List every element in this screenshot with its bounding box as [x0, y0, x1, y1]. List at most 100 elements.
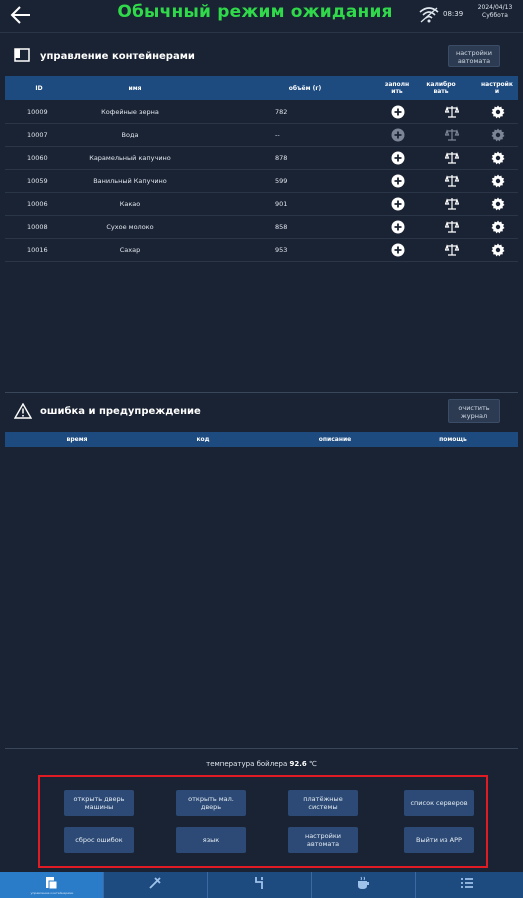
bottom-nav: управление контейнерами	[0, 872, 523, 898]
scale-icon[interactable]	[445, 220, 459, 234]
row-name: Кофейные зерна	[101, 108, 159, 116]
row-volume: 782	[275, 108, 288, 116]
errors-section-header: ошибка и предупреждение очистить журнал	[0, 396, 523, 428]
row-name: Ванильный Капучино	[93, 177, 167, 185]
open-machine-door-button[interactable]: открыть дверь машины	[64, 790, 134, 816]
col-name: имя	[128, 85, 142, 92]
add-circle-icon[interactable]	[391, 151, 405, 165]
table-row: 10060 Карамельный капучино 878	[5, 147, 518, 170]
errors-title: ошибка и предупреждение	[40, 406, 201, 417]
container-icon	[14, 48, 30, 62]
tools-icon	[149, 877, 161, 889]
row-volume: 901	[275, 200, 288, 208]
payment-systems-button[interactable]: платёжные системы	[288, 790, 358, 816]
row-id: 10008	[27, 223, 48, 231]
date-display: 2024/04/13 Суббота	[470, 4, 520, 20]
action-panel: открыть дверь машины открыть мал. дверь …	[38, 775, 488, 868]
add-circle-icon[interactable]	[391, 243, 405, 257]
nav-list[interactable]	[416, 872, 520, 898]
clock: 08:39	[443, 10, 464, 18]
gear-icon[interactable]	[491, 105, 505, 119]
nav-label: управление контейнерами	[30, 891, 74, 895]
row-name: Вода	[121, 131, 139, 139]
add-circle-icon[interactable]	[391, 174, 405, 188]
page-title: Обычный режим ожидания	[117, 2, 393, 22]
col-time: время	[66, 436, 88, 443]
boiler-value: 92.6	[289, 760, 307, 768]
container-icon	[46, 877, 58, 890]
nav-tools[interactable]	[104, 872, 208, 898]
list-icon	[461, 878, 473, 888]
scale-icon[interactable]	[445, 197, 459, 211]
boiler-unit: ℃	[309, 760, 317, 768]
gear-icon[interactable]	[491, 220, 505, 234]
add-circle-icon[interactable]	[391, 197, 405, 211]
row-id: 10006	[27, 200, 48, 208]
boiler-label: температура бойлера	[206, 760, 288, 768]
row-id: 10007	[27, 131, 48, 139]
gear-icon[interactable]	[491, 174, 505, 188]
row-id: 10059	[27, 177, 48, 185]
scale-icon[interactable]	[445, 105, 459, 119]
reset-errors-button[interactable]: сброс ошибок	[64, 827, 134, 853]
col-code: код	[196, 436, 210, 443]
col-settings: настройки	[481, 81, 513, 95]
col-calibrate: калибровать	[426, 81, 456, 95]
date: 2024/04/13	[477, 4, 513, 11]
machine-settings-button[interactable]: настройки автомата	[448, 45, 500, 67]
server-list-button[interactable]: список серверов	[404, 790, 474, 816]
add-circle-icon[interactable]	[391, 128, 405, 142]
table-row: 10008 Сухое молоко 858	[5, 216, 518, 239]
row-id: 10016	[27, 246, 48, 254]
scale-icon[interactable]	[445, 151, 459, 165]
containers-section-header: управление контейнерами настройки автома…	[0, 38, 523, 72]
table-row: 10059 Ванильный Капучино 599	[5, 170, 518, 193]
gear-icon[interactable]	[491, 151, 505, 165]
row-name: Карамельный капучино	[89, 154, 171, 162]
containers-table-header: ID имя объём (г) заполнить калибровать н…	[5, 76, 518, 100]
col-help: помощь	[439, 436, 467, 443]
boiler-temperature: температура бойлера 92.6 ℃	[0, 760, 523, 768]
add-circle-icon[interactable]	[391, 220, 405, 234]
nav-pipes[interactable]	[208, 872, 312, 898]
containers-title: управление контейнерами	[40, 51, 195, 62]
row-volume: 878	[275, 154, 288, 162]
row-name: Какао	[119, 200, 141, 208]
open-small-door-button[interactable]: открыть мал. дверь	[176, 790, 246, 816]
machine-settings-panel-button[interactable]: настройки автомата	[288, 827, 358, 853]
table-row: 10009 Кофейные зерна 782	[5, 101, 518, 124]
pipes-icon	[255, 877, 263, 889]
cup-icon	[358, 876, 369, 889]
row-volume: 953	[275, 246, 288, 254]
col-description: описание	[318, 436, 352, 443]
section-divider	[5, 392, 518, 393]
col-volume: объём (г)	[288, 85, 322, 92]
table-row: 10007 Вода --	[5, 124, 518, 147]
language-button[interactable]: язык	[176, 827, 246, 853]
section-divider-bottom	[5, 748, 518, 749]
nav-containers[interactable]: управление контейнерами	[0, 872, 104, 898]
exit-app-button[interactable]: Выйти из APP	[404, 827, 474, 853]
weekday: Суббота	[482, 12, 508, 19]
gear-icon[interactable]	[491, 243, 505, 257]
gear-icon[interactable]	[491, 197, 505, 211]
row-id: 10009	[27, 108, 48, 116]
wifi-icon	[419, 7, 439, 23]
gear-icon[interactable]	[491, 128, 505, 142]
col-fill: заполнить	[384, 81, 410, 95]
row-volume: 599	[275, 177, 288, 185]
row-name: Сахар	[119, 246, 141, 254]
back-arrow-icon[interactable]	[10, 5, 32, 25]
row-id: 10060	[27, 154, 48, 162]
scale-icon[interactable]	[445, 128, 459, 142]
col-id: ID	[35, 85, 43, 92]
clear-log-button[interactable]: очистить журнал	[448, 399, 500, 423]
top-bar: Обычный режим ожидания 08:39 2024/04/13 …	[0, 0, 523, 33]
scale-icon[interactable]	[445, 243, 459, 257]
errors-table-header: время код описание помощь	[5, 432, 518, 447]
warning-icon	[14, 403, 32, 419]
row-volume: 858	[275, 223, 288, 231]
scale-icon[interactable]	[445, 174, 459, 188]
add-circle-icon[interactable]	[391, 105, 405, 119]
nav-cup[interactable]	[312, 872, 416, 898]
